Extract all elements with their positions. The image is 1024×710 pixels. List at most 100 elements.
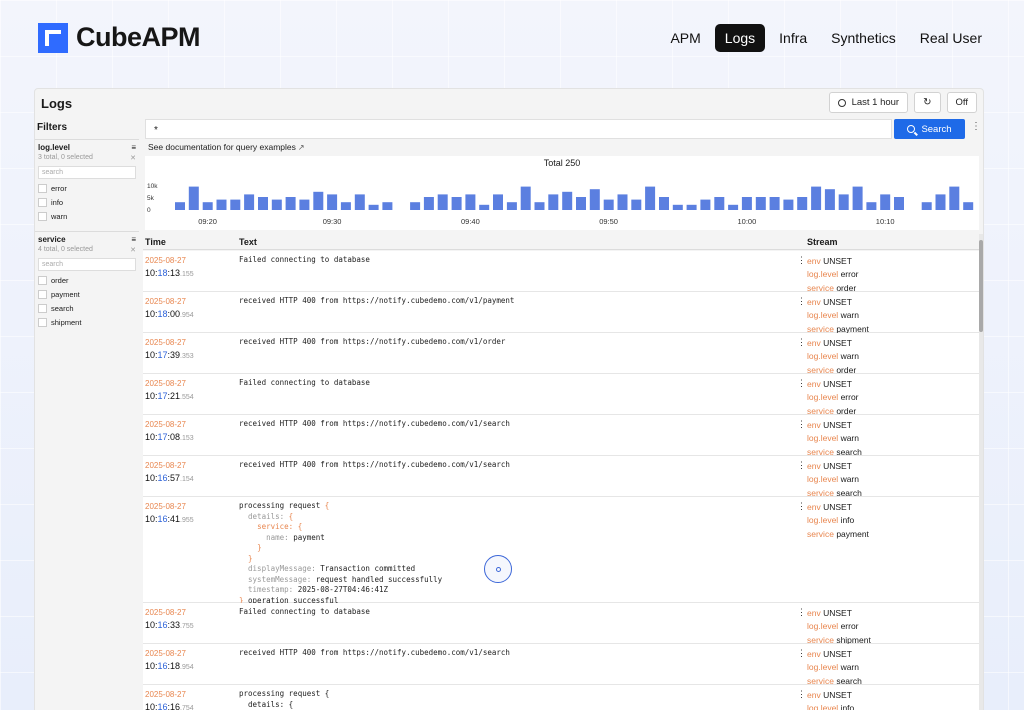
histogram-bar[interactable] xyxy=(589,189,600,210)
log-message[interactable]: received HTTP 400 from https://notify.cu… xyxy=(239,337,505,348)
log-message[interactable]: processing request { details: { service:… xyxy=(239,501,442,606)
checkbox[interactable] xyxy=(38,318,47,327)
histogram-bar[interactable] xyxy=(423,197,434,210)
histogram-bar[interactable] xyxy=(741,197,752,210)
histogram-bar[interactable] xyxy=(949,186,960,210)
histogram-bar[interactable] xyxy=(230,199,241,210)
histogram-bar[interactable] xyxy=(617,194,628,210)
filter-option[interactable]: search xyxy=(38,304,136,313)
histogram-bar[interactable] xyxy=(645,186,656,210)
histogram-bar[interactable] xyxy=(963,202,974,210)
table-row[interactable]: 2025-08-27 10:18:00.954 received HTTP 400 … xyxy=(143,292,979,334)
histogram-bar[interactable] xyxy=(921,202,932,210)
histogram-bar[interactable] xyxy=(894,197,904,210)
nav-apm[interactable]: APM xyxy=(660,24,710,52)
histogram-bar[interactable] xyxy=(299,199,310,210)
table-row[interactable]: 2025-08-27 10:18:13.155 Failed connecting … xyxy=(143,251,979,293)
time-range-button[interactable]: Last 1 hour xyxy=(828,92,909,113)
histogram-bar[interactable] xyxy=(824,189,835,210)
search-button[interactable]: Search xyxy=(894,119,965,139)
row-menu-icon[interactable]: ⋮ xyxy=(797,501,806,512)
histogram-bar[interactable] xyxy=(852,186,863,210)
row-menu-icon[interactable]: ⋮ xyxy=(797,255,806,266)
histogram-bar[interactable] xyxy=(714,197,725,210)
table-scrollbar[interactable] xyxy=(979,234,983,710)
histogram-bar[interactable] xyxy=(534,202,545,210)
table-row[interactable]: 2025-08-27 10:17:21.554 Failed connecting … xyxy=(143,374,979,416)
scrollbar-thumb[interactable] xyxy=(979,240,983,332)
histogram-bar[interactable] xyxy=(451,197,462,210)
nav-infra[interactable]: Infra xyxy=(769,24,817,52)
filter-option[interactable]: order xyxy=(38,276,136,285)
histogram-bar[interactable] xyxy=(216,199,227,210)
histogram-bar[interactable] xyxy=(783,199,794,210)
table-row[interactable]: 2025-08-27 10:16:18.954 received HTTP 400 … xyxy=(143,644,979,686)
log-message[interactable]: received HTTP 400 from https://notify.cu… xyxy=(239,419,510,430)
histogram-bar[interactable] xyxy=(548,194,559,210)
histogram-bar[interactable] xyxy=(838,194,849,210)
log-message[interactable]: Failed connecting to database xyxy=(239,378,370,389)
histogram-bar[interactable] xyxy=(382,202,393,210)
table-row[interactable]: 2025-08-27 10:16:41.955 processing request… xyxy=(143,497,979,606)
filter-option[interactable]: shipment xyxy=(38,318,136,327)
histogram-bar[interactable] xyxy=(202,202,213,210)
row-menu-icon[interactable]: ⋮ xyxy=(797,607,806,618)
col-time[interactable]: Time xyxy=(145,237,166,247)
histogram-bar[interactable] xyxy=(258,197,268,210)
histogram-bar[interactable] xyxy=(327,194,338,210)
histogram-bar[interactable] xyxy=(700,199,711,210)
histogram-bar[interactable] xyxy=(603,199,614,210)
histogram-bar[interactable] xyxy=(285,197,296,210)
histogram-bar[interactable] xyxy=(465,194,476,210)
row-menu-icon[interactable]: ⋮ xyxy=(797,419,806,430)
histogram-bar[interactable] xyxy=(244,194,255,210)
log-message[interactable]: received HTTP 400 from https://notify.cu… xyxy=(239,648,510,659)
log-message[interactable]: received HTTP 400 from https://notify.cu… xyxy=(239,296,514,307)
histogram-bar[interactable] xyxy=(672,204,683,210)
row-menu-icon[interactable]: ⋮ xyxy=(797,378,806,389)
app-logo[interactable]: CubeAPM xyxy=(38,22,201,53)
histogram-bar[interactable] xyxy=(631,199,642,210)
table-row[interactable]: 2025-08-27 10:17:39.353 received HTTP 400 … xyxy=(143,333,979,375)
histogram-bar[interactable] xyxy=(313,191,324,210)
histogram-bar[interactable] xyxy=(728,204,739,210)
log-message[interactable]: processing request { details: { xyxy=(239,689,329,710)
histogram-bar[interactable] xyxy=(410,202,421,210)
histogram-bar[interactable] xyxy=(576,197,586,210)
row-menu-icon[interactable]: ⋮ xyxy=(797,296,806,307)
histogram-bar[interactable] xyxy=(659,197,669,210)
menu-icon[interactable]: ≡ xyxy=(131,235,136,244)
auto-refresh-button[interactable]: Off xyxy=(946,92,977,113)
histogram-bar[interactable] xyxy=(506,202,517,210)
histogram-bar[interactable] xyxy=(755,197,766,210)
nav-real-user[interactable]: Real User xyxy=(910,24,992,52)
checkbox[interactable] xyxy=(38,184,47,193)
histogram-bar[interactable] xyxy=(188,186,199,210)
checkbox[interactable] xyxy=(38,304,47,313)
checkbox[interactable] xyxy=(38,212,47,221)
log-message[interactable]: Failed connecting to database xyxy=(239,255,370,266)
row-menu-icon[interactable]: ⋮ xyxy=(797,648,806,659)
table-row[interactable]: 2025-08-27 10:16:33.755 Failed connecting … xyxy=(143,603,979,645)
histogram-bar[interactable] xyxy=(493,194,503,210)
row-menu-icon[interactable]: ⋮ xyxy=(797,460,806,471)
filter-option[interactable]: error xyxy=(38,184,136,193)
histogram-bar[interactable] xyxy=(271,199,282,210)
histogram-bar[interactable] xyxy=(479,204,490,210)
checkbox[interactable] xyxy=(38,276,47,285)
row-menu-icon[interactable]: ⋮ xyxy=(797,337,806,348)
filter-option[interactable]: info xyxy=(38,198,136,207)
clear-icon[interactable]: ✕ xyxy=(130,154,136,162)
histogram-bar[interactable] xyxy=(866,202,877,210)
log-message[interactable]: Failed connecting to database xyxy=(239,607,370,618)
col-stream[interactable]: Stream xyxy=(807,237,838,247)
filter-search-input[interactable]: search xyxy=(38,258,136,271)
histogram-bar[interactable] xyxy=(769,197,780,210)
nav-logs[interactable]: Logs xyxy=(714,24,766,52)
checkbox[interactable] xyxy=(38,198,47,207)
row-menu-icon[interactable]: ⋮ xyxy=(797,689,806,700)
table-row[interactable]: 2025-08-27 10:17:08.153 received HTTP 400 … xyxy=(143,415,979,457)
histogram-bar[interactable] xyxy=(935,194,946,210)
histogram-bar[interactable] xyxy=(562,191,573,210)
checkbox[interactable] xyxy=(38,290,47,299)
